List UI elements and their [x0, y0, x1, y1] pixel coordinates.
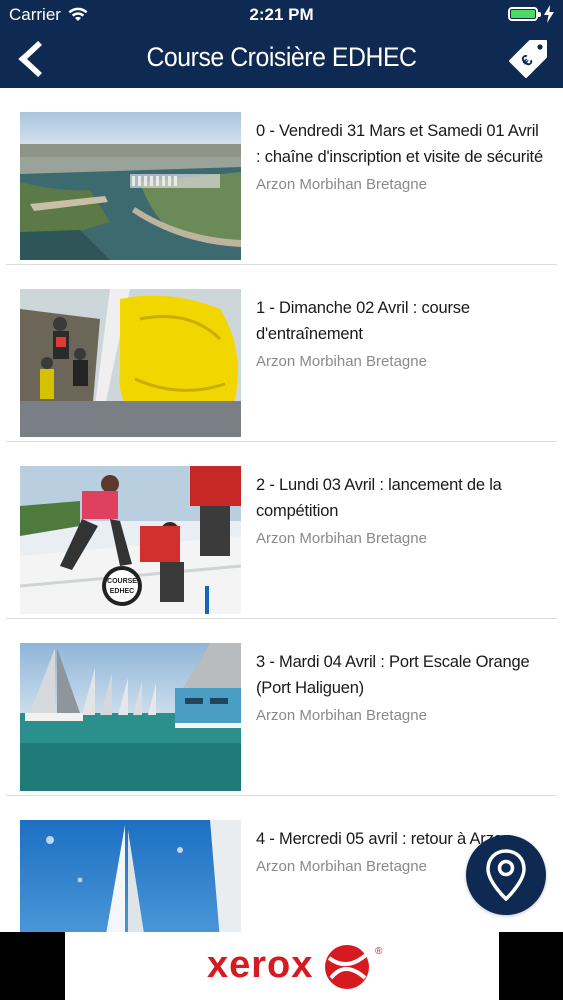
clock: 2:21 PM: [249, 5, 314, 24]
event-list: 0 - Vendredi 31 Mars et Samedi 01 Avril …: [0, 88, 563, 932]
sailboat-sky-thumbnail: [20, 820, 241, 932]
regatta-fleet-thumbnail: [20, 643, 241, 791]
charging-icon: [544, 5, 554, 23]
thumb-badge-line1: COURSE: [107, 578, 137, 585]
xerox-ad[interactable]: xerox ®: [65, 932, 499, 1000]
ad-banner: xerox ®: [0, 932, 563, 1000]
page-title: Course Croisière EDHEC: [146, 42, 417, 72]
event-location: Arzon Morbihan Bretagne: [256, 353, 427, 370]
event-title: 3 - Mardi 04 Avril : Port Escale Orange …: [256, 653, 530, 697]
map-button[interactable]: [466, 835, 546, 915]
harbor-aerial-thumbnail: [20, 112, 241, 260]
price-tag-euro-icon[interactable]: €: [506, 38, 550, 80]
event-title: 0 - Vendredi 31 Mars et Samedi 01 Avril …: [256, 122, 543, 166]
status-bar: Carrier 2:21 PM: [0, 0, 563, 30]
spinnaker-sail-thumbnail: [20, 289, 241, 437]
event-location: Arzon Morbihan Bretagne: [256, 530, 427, 547]
map-pin-icon: [486, 849, 526, 901]
navigation-bar: Course Croisière EDHEC €: [0, 30, 563, 88]
event-location: Arzon Morbihan Bretagne: [256, 707, 427, 724]
list-item[interactable]: 0 - Vendredi 31 Mars et Samedi 01 Avril …: [0, 88, 563, 265]
event-location: Arzon Morbihan Bretagne: [256, 176, 427, 193]
xerox-logo-icon: ®: [325, 945, 383, 989]
crew-on-deck-thumbnail: COURSE EDHEC: [20, 466, 241, 614]
list-item[interactable]: 1 - Dimanche 02 Avril : course d'entraîn…: [0, 265, 563, 442]
list-item[interactable]: COURSE EDHEC 2 - Lundi 03 Avril : lancem…: [0, 442, 563, 619]
registered-mark: ®: [375, 946, 383, 957]
event-title: 2 - Lundi 03 Avril : lancement de la com…: [256, 476, 502, 520]
list-item[interactable]: 3 - Mardi 04 Avril : Port Escale Orange …: [0, 619, 563, 796]
xerox-logo-text: xerox: [207, 944, 314, 986]
battery-icon: [508, 7, 541, 21]
event-title: 1 - Dimanche 02 Avril : course d'entraîn…: [256, 299, 470, 343]
thumb-badge-line2: EDHEC: [110, 588, 135, 595]
